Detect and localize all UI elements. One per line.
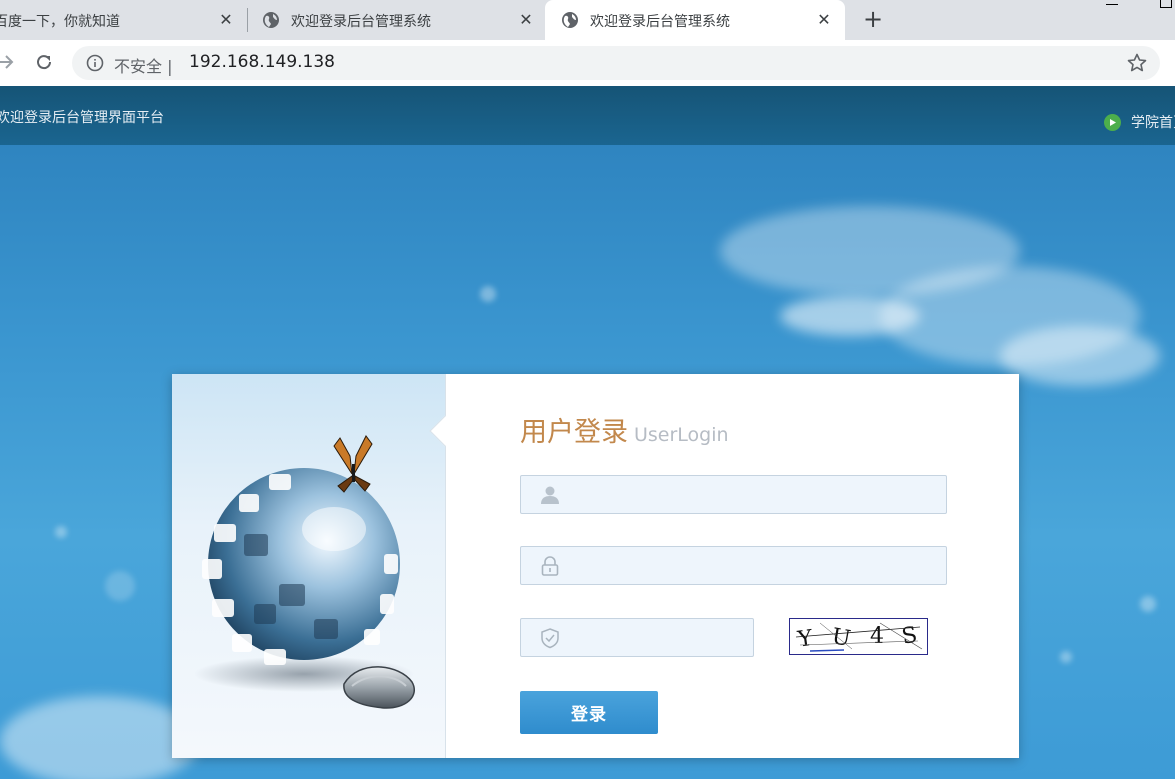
reload-icon[interactable] xyxy=(34,52,54,72)
security-status: 不安全 | xyxy=(114,57,173,76)
maximize-icon[interactable] xyxy=(1160,0,1172,8)
captcha-char: U xyxy=(830,624,853,652)
lock-icon xyxy=(541,556,559,576)
site-title: 欢迎登录后台管理界面平台 xyxy=(0,110,164,126)
username-input[interactable] xyxy=(573,476,933,513)
address-bar[interactable]: 不安全 | 192.168.149.138 xyxy=(72,46,1160,80)
login-subtitle: UserLogin xyxy=(634,424,729,446)
url-text[interactable]: 192.168.149.138 xyxy=(189,52,335,72)
background-cloud xyxy=(1000,326,1160,386)
info-icon[interactable] xyxy=(86,54,104,72)
puzzle-globe-illustration xyxy=(194,435,415,709)
browser-toolbar: 不安全 | 192.168.149.138 xyxy=(0,40,1175,86)
captcha-input[interactable] xyxy=(573,619,743,656)
tab-baidu[interactable]: 百度一下，你就知道 ✕ xyxy=(0,0,246,40)
login-illustration-panel xyxy=(172,374,461,758)
globe-icon xyxy=(263,12,279,28)
login-panel: 用户登录 UserLogin Y U 4 S 登录 xyxy=(172,374,1019,758)
login-button[interactable]: 登录 xyxy=(520,691,658,734)
minimize-icon[interactable] xyxy=(1106,4,1118,5)
tab-title: 欢迎登录后台管理系统 xyxy=(590,14,730,30)
page-viewport: 欢迎登录后台管理界面平台 学院首页 xyxy=(0,86,1175,779)
password-input[interactable] xyxy=(573,547,933,584)
tab-admin-login-1[interactable]: 欢迎登录后台管理系统 ✕ xyxy=(248,0,544,40)
captcha-drawing: Y U 4 S xyxy=(795,623,923,653)
background-bokeh xyxy=(480,286,496,302)
globe-icon xyxy=(562,12,578,28)
background-bokeh xyxy=(1140,596,1156,612)
captcha-image[interactable]: Y U 4 S xyxy=(789,618,928,655)
close-icon[interactable]: ✕ xyxy=(516,9,536,29)
background-bokeh xyxy=(55,526,67,538)
captcha-field[interactable] xyxy=(520,618,754,657)
user-icon xyxy=(541,486,559,504)
captcha-char: 4 xyxy=(870,624,884,649)
shield-icon xyxy=(541,628,559,649)
username-field[interactable] xyxy=(520,475,947,514)
site-header: 欢迎登录后台管理界面平台 学院首页 xyxy=(0,86,1175,145)
bookmark-star-icon[interactable] xyxy=(1126,52,1148,74)
background-cloud xyxy=(780,296,920,336)
password-field[interactable] xyxy=(520,546,947,585)
background-bokeh xyxy=(105,571,135,601)
tab-title: 欢迎登录后台管理系统 xyxy=(291,14,431,30)
tab-admin-login-active[interactable]: 欢迎登录后台管理系统 ✕ xyxy=(545,0,845,40)
play-icon xyxy=(1104,113,1121,131)
home-link[interactable]: 学院首页 xyxy=(1104,112,1175,132)
background-bokeh xyxy=(1060,651,1072,663)
home-link-label: 学院首页 xyxy=(1131,115,1175,131)
close-icon[interactable]: ✕ xyxy=(814,9,834,29)
captcha-char: Y xyxy=(795,626,814,653)
login-heading: 用户登录 UserLogin xyxy=(520,410,729,449)
tab-strip: 百度一下，你就知道 ✕ 欢迎登录后台管理系统 ✕ 欢迎登录后台管理系统 ✕ + xyxy=(0,0,1175,40)
background-cloud xyxy=(0,696,200,779)
panel-notch xyxy=(429,415,461,447)
forward-arrow-icon[interactable] xyxy=(0,52,16,72)
login-title: 用户登录 xyxy=(520,417,628,448)
close-icon[interactable]: ✕ xyxy=(216,9,236,29)
new-tab-button[interactable]: + xyxy=(860,5,886,33)
tab-title: 百度一下，你就知道 xyxy=(0,14,120,30)
